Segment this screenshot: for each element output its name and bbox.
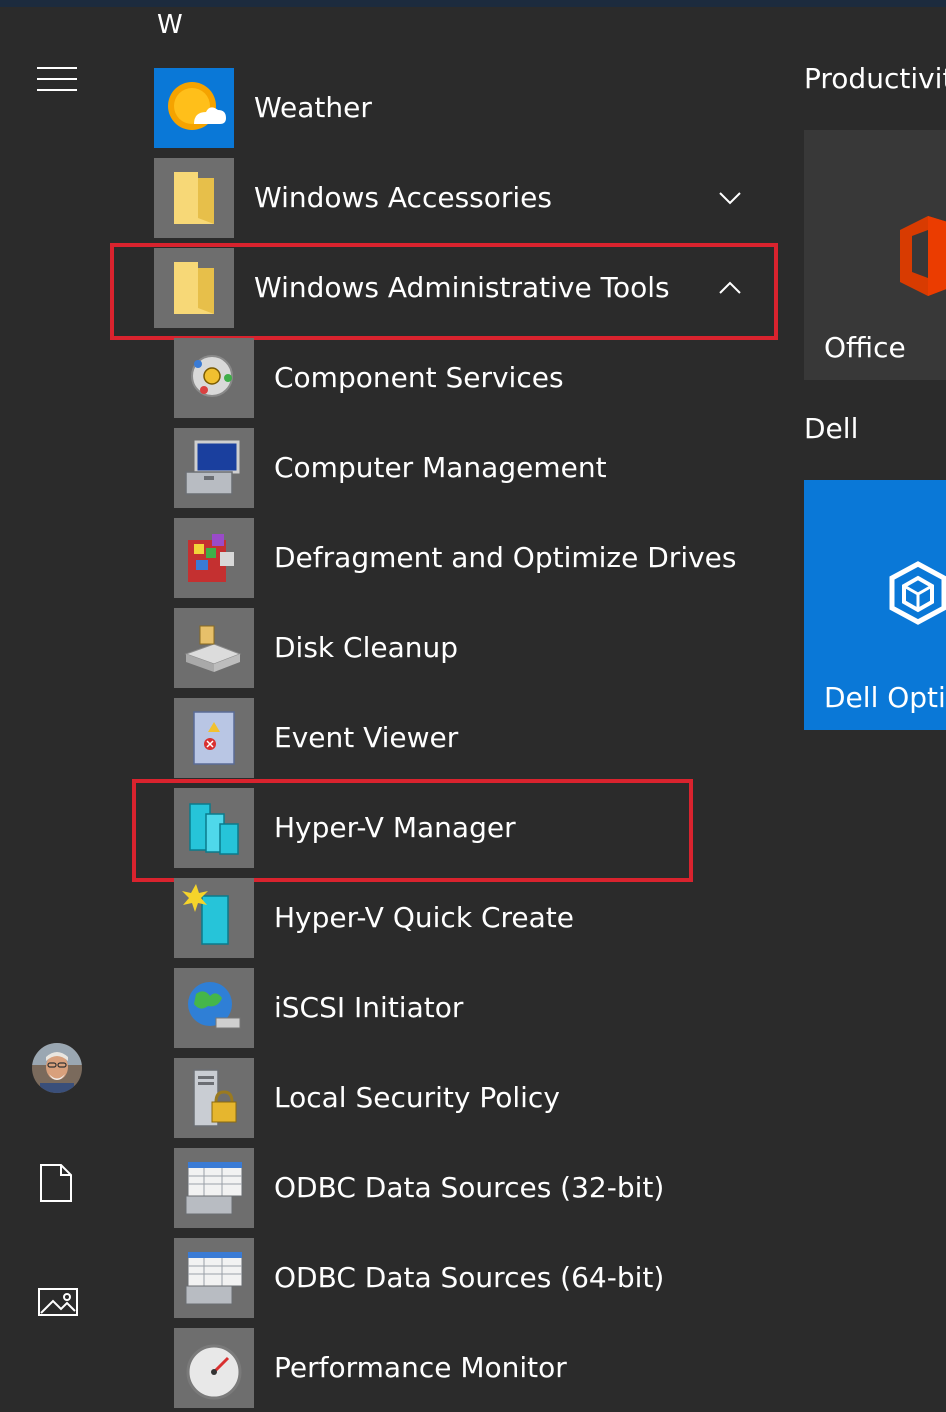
- hyper-v-quick-create-icon: [174, 878, 254, 958]
- chevron-down-icon[interactable]: [716, 184, 744, 212]
- app-folder-windows-accessories[interactable]: Windows Accessories: [0, 158, 778, 238]
- highlight-box-hyper-v-manager: [132, 779, 693, 882]
- app-label: Weather: [254, 91, 372, 124]
- performance-monitor-icon: [174, 1328, 254, 1408]
- app-item-component-services[interactable]: Component Services: [0, 338, 778, 418]
- app-label: Performance Monitor: [274, 1351, 567, 1384]
- tile-label: Office: [824, 331, 906, 364]
- app-label: Windows Accessories: [254, 181, 552, 214]
- highlight-box-admin-tools: [110, 243, 778, 340]
- office-icon: [894, 210, 946, 304]
- computer-management-icon: [174, 428, 254, 508]
- app-item-performance-monitor[interactable]: Performance Monitor: [0, 1328, 778, 1408]
- local-security-policy-icon: [174, 1058, 254, 1138]
- tile-office[interactable]: Office: [804, 130, 946, 380]
- app-item-disk-cleanup[interactable]: Disk Cleanup: [0, 608, 778, 688]
- tile-label: Dell Optir: [824, 681, 946, 714]
- app-label: iSCSI Initiator: [274, 991, 464, 1024]
- app-label: Hyper-V Quick Create: [274, 901, 574, 934]
- app-item-odbc-32-bit[interactable]: ODBC Data Sources (32-bit): [0, 1148, 778, 1228]
- component-services-icon: [174, 338, 254, 418]
- app-item-iscsi-initiator[interactable]: iSCSI Initiator: [0, 968, 778, 1048]
- app-item-weather[interactable]: Weather: [0, 68, 778, 148]
- app-item-odbc-64-bit[interactable]: ODBC Data Sources (64-bit): [0, 1238, 778, 1318]
- app-label: Event Viewer: [274, 721, 459, 754]
- app-item-hyper-v-quick-create[interactable]: Hyper-V Quick Create: [0, 878, 778, 958]
- app-label: Computer Management: [274, 451, 607, 484]
- tile-group-header-productivity[interactable]: Productivit: [804, 62, 946, 95]
- app-item-local-security-policy[interactable]: Local Security Policy: [0, 1058, 778, 1138]
- section-letter-header[interactable]: W: [157, 8, 183, 42]
- app-item-event-viewer[interactable]: Event Viewer: [0, 698, 778, 778]
- odbc-icon: [174, 1148, 254, 1228]
- defragment-icon: [174, 518, 254, 598]
- app-label: ODBC Data Sources (64-bit): [274, 1261, 665, 1294]
- app-item-defragment-and-optimize-drives[interactable]: Defragment and Optimize Drives: [0, 518, 778, 598]
- app-label: ODBC Data Sources (32-bit): [274, 1171, 665, 1204]
- app-label: Local Security Policy: [274, 1081, 560, 1114]
- event-viewer-icon: [174, 698, 254, 778]
- weather-icon: [154, 68, 234, 148]
- tile-dell-optimizer[interactable]: Dell Optir: [804, 480, 946, 730]
- odbc-icon: [174, 1238, 254, 1318]
- app-item-computer-management[interactable]: Computer Management: [0, 428, 778, 508]
- tile-group-header-dell[interactable]: Dell: [804, 412, 858, 445]
- iscsi-initiator-icon: [174, 968, 254, 1048]
- app-label: Component Services: [274, 361, 564, 394]
- folder-icon: [154, 158, 234, 238]
- top-edge-bar: [0, 0, 946, 7]
- dell-optimizer-icon: [888, 560, 946, 654]
- disk-cleanup-icon: [174, 608, 254, 688]
- app-label: Disk Cleanup: [274, 631, 459, 664]
- app-label: Defragment and Optimize Drives: [274, 541, 737, 574]
